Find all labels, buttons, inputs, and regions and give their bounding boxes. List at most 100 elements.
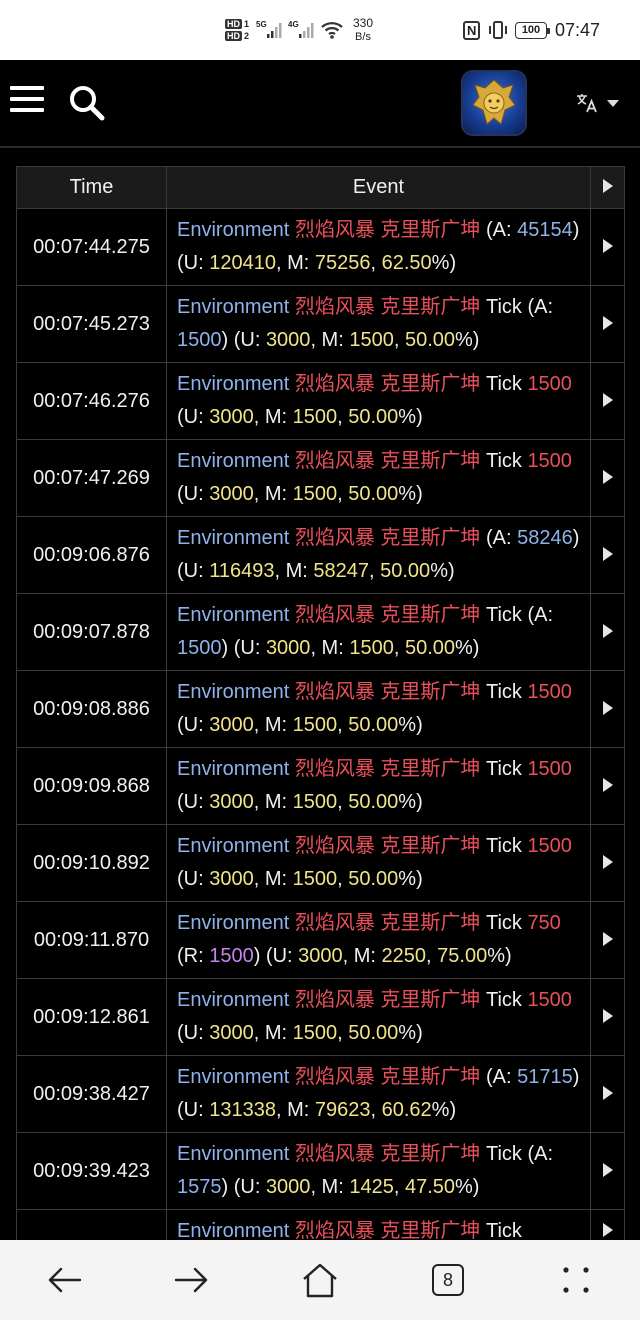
row-expand-arrow-icon[interactable] [590, 516, 625, 594]
event-amount: 1500 [527, 450, 572, 472]
table-row[interactable]: 00:09:12.861 Environment 烈焰风暴 克里斯广坤 Tick … [16, 978, 625, 1056]
row-expand-arrow-icon[interactable] [590, 362, 625, 440]
wifi-icon [320, 0, 346, 60]
table-row[interactable]: 00:09:09.868 Environment 烈焰风暴 克里斯广坤 Tick … [16, 747, 625, 825]
event-number: 120410 [209, 252, 276, 274]
row-event: Environment 烈焰风暴 克里斯广坤 Tick 1500 (U: 300… [166, 978, 591, 1056]
event-number: 75.00 [437, 945, 488, 967]
event-text: Tick [480, 681, 528, 703]
event-source: Environment [177, 296, 290, 318]
table-row[interactable]: 00:07:45.273 Environment 烈焰风暴 克里斯广坤 Tick … [16, 285, 625, 363]
event-text: %) [487, 945, 512, 967]
more-dots-icon[interactable] [536, 1240, 616, 1320]
table-row[interactable]: Environment 烈焰风暴 克里斯广坤 Tick [16, 1209, 625, 1240]
event-text: (A: [480, 1066, 518, 1088]
row-time: 00:09:11.870 [16, 901, 167, 979]
event-text: %) [455, 329, 480, 351]
event-text: , M: [253, 406, 293, 428]
column-header-time[interactable]: Time [16, 166, 167, 209]
event-spell: 克里斯广坤 [380, 373, 481, 395]
row-time: 00:09:07.878 [16, 593, 167, 671]
column-header-event[interactable]: Event [166, 166, 591, 209]
row-expand-arrow-icon[interactable] [590, 208, 625, 286]
event-source: Environment [177, 450, 290, 472]
row-expand-arrow-icon[interactable] [590, 1055, 625, 1133]
event-text: %) [398, 868, 423, 890]
table-row[interactable]: 00:07:44.275 Environment 烈焰风暴 克里斯广坤 (A: 4… [16, 208, 625, 286]
row-expand-arrow-icon[interactable] [590, 978, 625, 1056]
table-row[interactable]: 00:07:47.269 Environment 烈焰风暴 克里斯广坤 Tick … [16, 439, 625, 517]
event-text: , M: [253, 1022, 293, 1044]
row-time: 00:09:09.868 [16, 747, 167, 825]
row-expand-arrow-icon[interactable] [590, 285, 625, 363]
event-number: 1500 [292, 714, 338, 736]
row-expand-arrow-icon[interactable] [590, 1132, 625, 1210]
event-text: Tick [480, 989, 528, 1011]
status-bar: HD 1 HD 2 5G 4G 330 B/s N 100 07:47 [0, 0, 640, 60]
lion-crest-logo[interactable] [463, 72, 525, 134]
row-expand-arrow-icon[interactable] [590, 901, 625, 979]
row-time: 00:09:38.427 [16, 1055, 167, 1133]
event-text: , [337, 406, 349, 428]
event-number: 1500 [349, 329, 394, 351]
event-number: 1500 [292, 406, 338, 428]
event-text: (U: [177, 483, 210, 505]
event-number: 116493 [209, 560, 275, 582]
event-spell: 烈焰风暴 [294, 373, 375, 395]
event-absorbed: 1575 [177, 1176, 222, 1198]
table-row[interactable]: 00:09:39.423 Environment 烈焰风暴 克里斯广坤 Tick … [16, 1132, 625, 1210]
table-row[interactable]: 00:09:10.892 Environment 烈焰风暴 克里斯广坤 Tick … [16, 824, 625, 902]
hamburger-menu-icon[interactable] [10, 86, 44, 116]
event-spell: 烈焰风暴 [294, 527, 375, 549]
event-source: Environment [177, 373, 290, 395]
event-text: ) (U: [221, 1176, 266, 1198]
table-row[interactable]: 00:07:46.276 Environment 烈焰风暴 克里斯广坤 Tick … [16, 362, 625, 440]
event-text: , M: [275, 1099, 315, 1121]
event-number: 1500 [292, 791, 338, 813]
forward-arrow-icon[interactable] [152, 1240, 232, 1320]
row-time: 00:09:39.423 [16, 1132, 167, 1210]
row-time: 00:09:06.876 [16, 516, 167, 594]
event-amount: 1500 [527, 681, 572, 703]
table-row[interactable]: 00:09:11.870 Environment 烈焰风暴 克里斯广坤 Tick … [16, 901, 625, 979]
row-expand-arrow-icon[interactable] [590, 747, 625, 825]
row-expand-arrow-icon[interactable] [590, 670, 625, 748]
event-amount: 1500 [527, 373, 572, 395]
row-expand-arrow-icon[interactable] [590, 593, 625, 671]
event-number: 1500 [292, 483, 338, 505]
event-text: , [370, 252, 382, 274]
table-row[interactable]: 00:09:38.427 Environment 烈焰风暴 克里斯广坤 (A: 5… [16, 1055, 625, 1133]
language-selector[interactable] [575, 88, 623, 118]
row-expand-arrow-icon[interactable] [590, 1209, 625, 1240]
event-spell: 克里斯广坤 [380, 1066, 481, 1088]
event-source: Environment [177, 527, 290, 549]
hd2-number: 2 [243, 31, 249, 41]
event-source: Environment [177, 835, 290, 857]
signal-2: 4G [288, 0, 318, 60]
event-source: Environment [177, 219, 290, 241]
event-spell: 烈焰风暴 [294, 450, 375, 472]
event-amount: 1500 [527, 835, 572, 857]
row-time: 00:07:45.273 [16, 285, 167, 363]
network-speed-value: 330 [352, 16, 374, 30]
back-arrow-icon[interactable] [24, 1240, 104, 1320]
table-row[interactable]: 00:09:08.886 Environment 烈焰风暴 克里斯广坤 Tick … [16, 670, 625, 748]
event-spell: 烈焰风暴 [294, 989, 375, 1011]
event-absorbed: 1500 [177, 637, 222, 659]
event-text: , M: [275, 252, 315, 274]
event-spell: 克里斯广坤 [380, 296, 481, 318]
home-icon[interactable] [280, 1240, 360, 1320]
browser-bottom-nav: 8 [0, 1240, 640, 1320]
row-expand-arrow-icon[interactable] [590, 439, 625, 517]
event-spell: 克里斯广坤 [380, 912, 481, 934]
search-icon[interactable] [68, 84, 106, 122]
row-expand-arrow-icon[interactable] [590, 824, 625, 902]
event-number: 50.00 [380, 560, 431, 582]
event-number: 50.00 [404, 329, 456, 351]
table-row[interactable]: 00:09:06.876 Environment 烈焰风暴 克里斯广坤 (A: 5… [16, 516, 625, 594]
event-text: , M: [310, 329, 350, 351]
table-row[interactable]: 00:09:07.878 Environment 烈焰风暴 克里斯广坤 Tick … [16, 593, 625, 671]
event-number: 3000 [265, 1176, 311, 1198]
tabs-button[interactable]: 8 [408, 1240, 488, 1320]
header-expand-arrow-icon[interactable] [590, 166, 625, 209]
